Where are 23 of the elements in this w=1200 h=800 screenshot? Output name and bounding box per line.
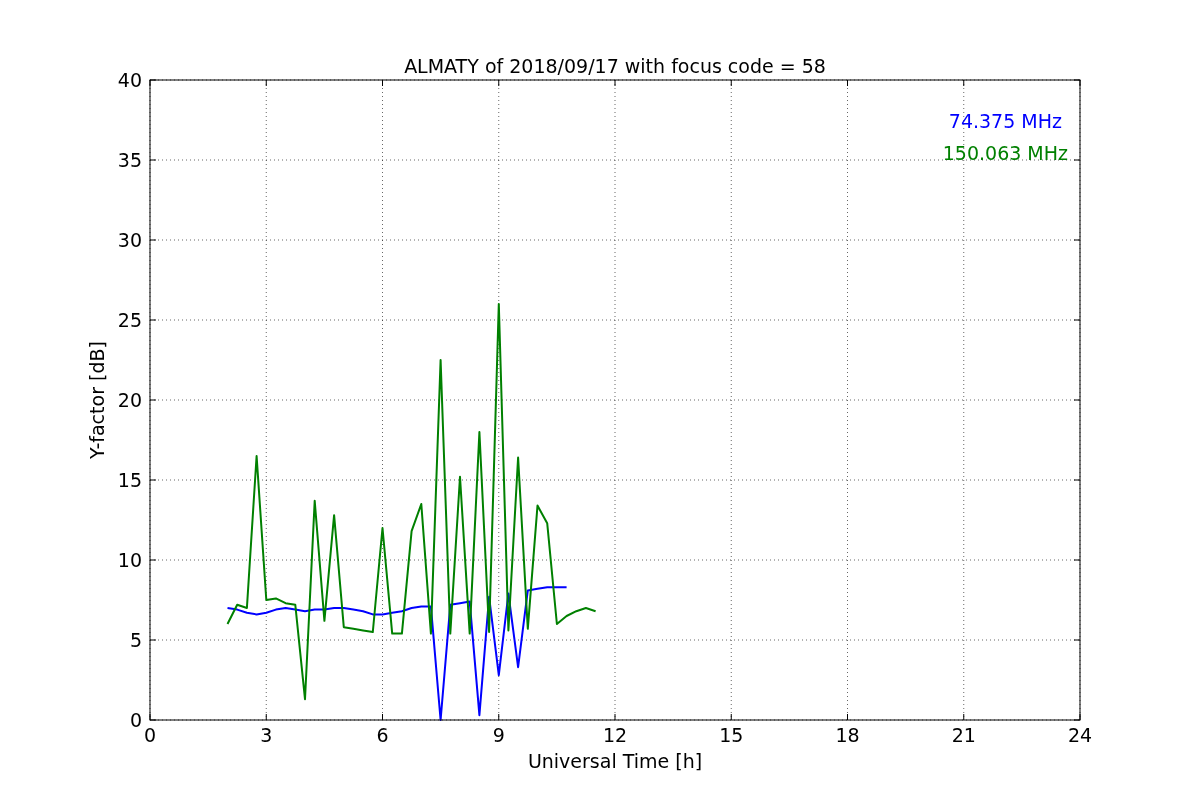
x-tick-label: 15 (719, 724, 744, 746)
y-axis-label: Y-factor [dB] (86, 341, 108, 459)
y-tick-label: 25 (117, 309, 142, 331)
x-tick-label: 3 (260, 724, 273, 746)
x-tick-label: 0 (143, 724, 157, 746)
x-tick-label: 21 (951, 724, 976, 746)
y-tick-label: 15 (117, 469, 142, 491)
y-tick-label: 30 (117, 229, 142, 251)
y-tick-label: 10 (117, 549, 142, 571)
x-tick-label: 18 (835, 724, 860, 746)
y-tick-label: 40 (117, 69, 142, 91)
y-tick-label: 35 (117, 149, 142, 171)
x-tick-label: 6 (376, 724, 389, 746)
y-tick-label: 5 (129, 629, 142, 651)
y-tick-label: 20 (117, 389, 142, 411)
x-tick-label: 12 (602, 724, 628, 746)
chart-title: ALMATY of 2018/09/17 with focus code = 58 (404, 55, 826, 77)
x-tick-label: 9 (492, 724, 505, 746)
y-tick-label: 0 (129, 709, 142, 731)
x-tick-label: 24 (1067, 724, 1093, 746)
legend-label: 150.063 MHz (942, 142, 1068, 164)
x-axis-label: Universal Time [h] (527, 750, 703, 772)
legend-label: 74.375 MHz (948, 110, 1062, 132)
